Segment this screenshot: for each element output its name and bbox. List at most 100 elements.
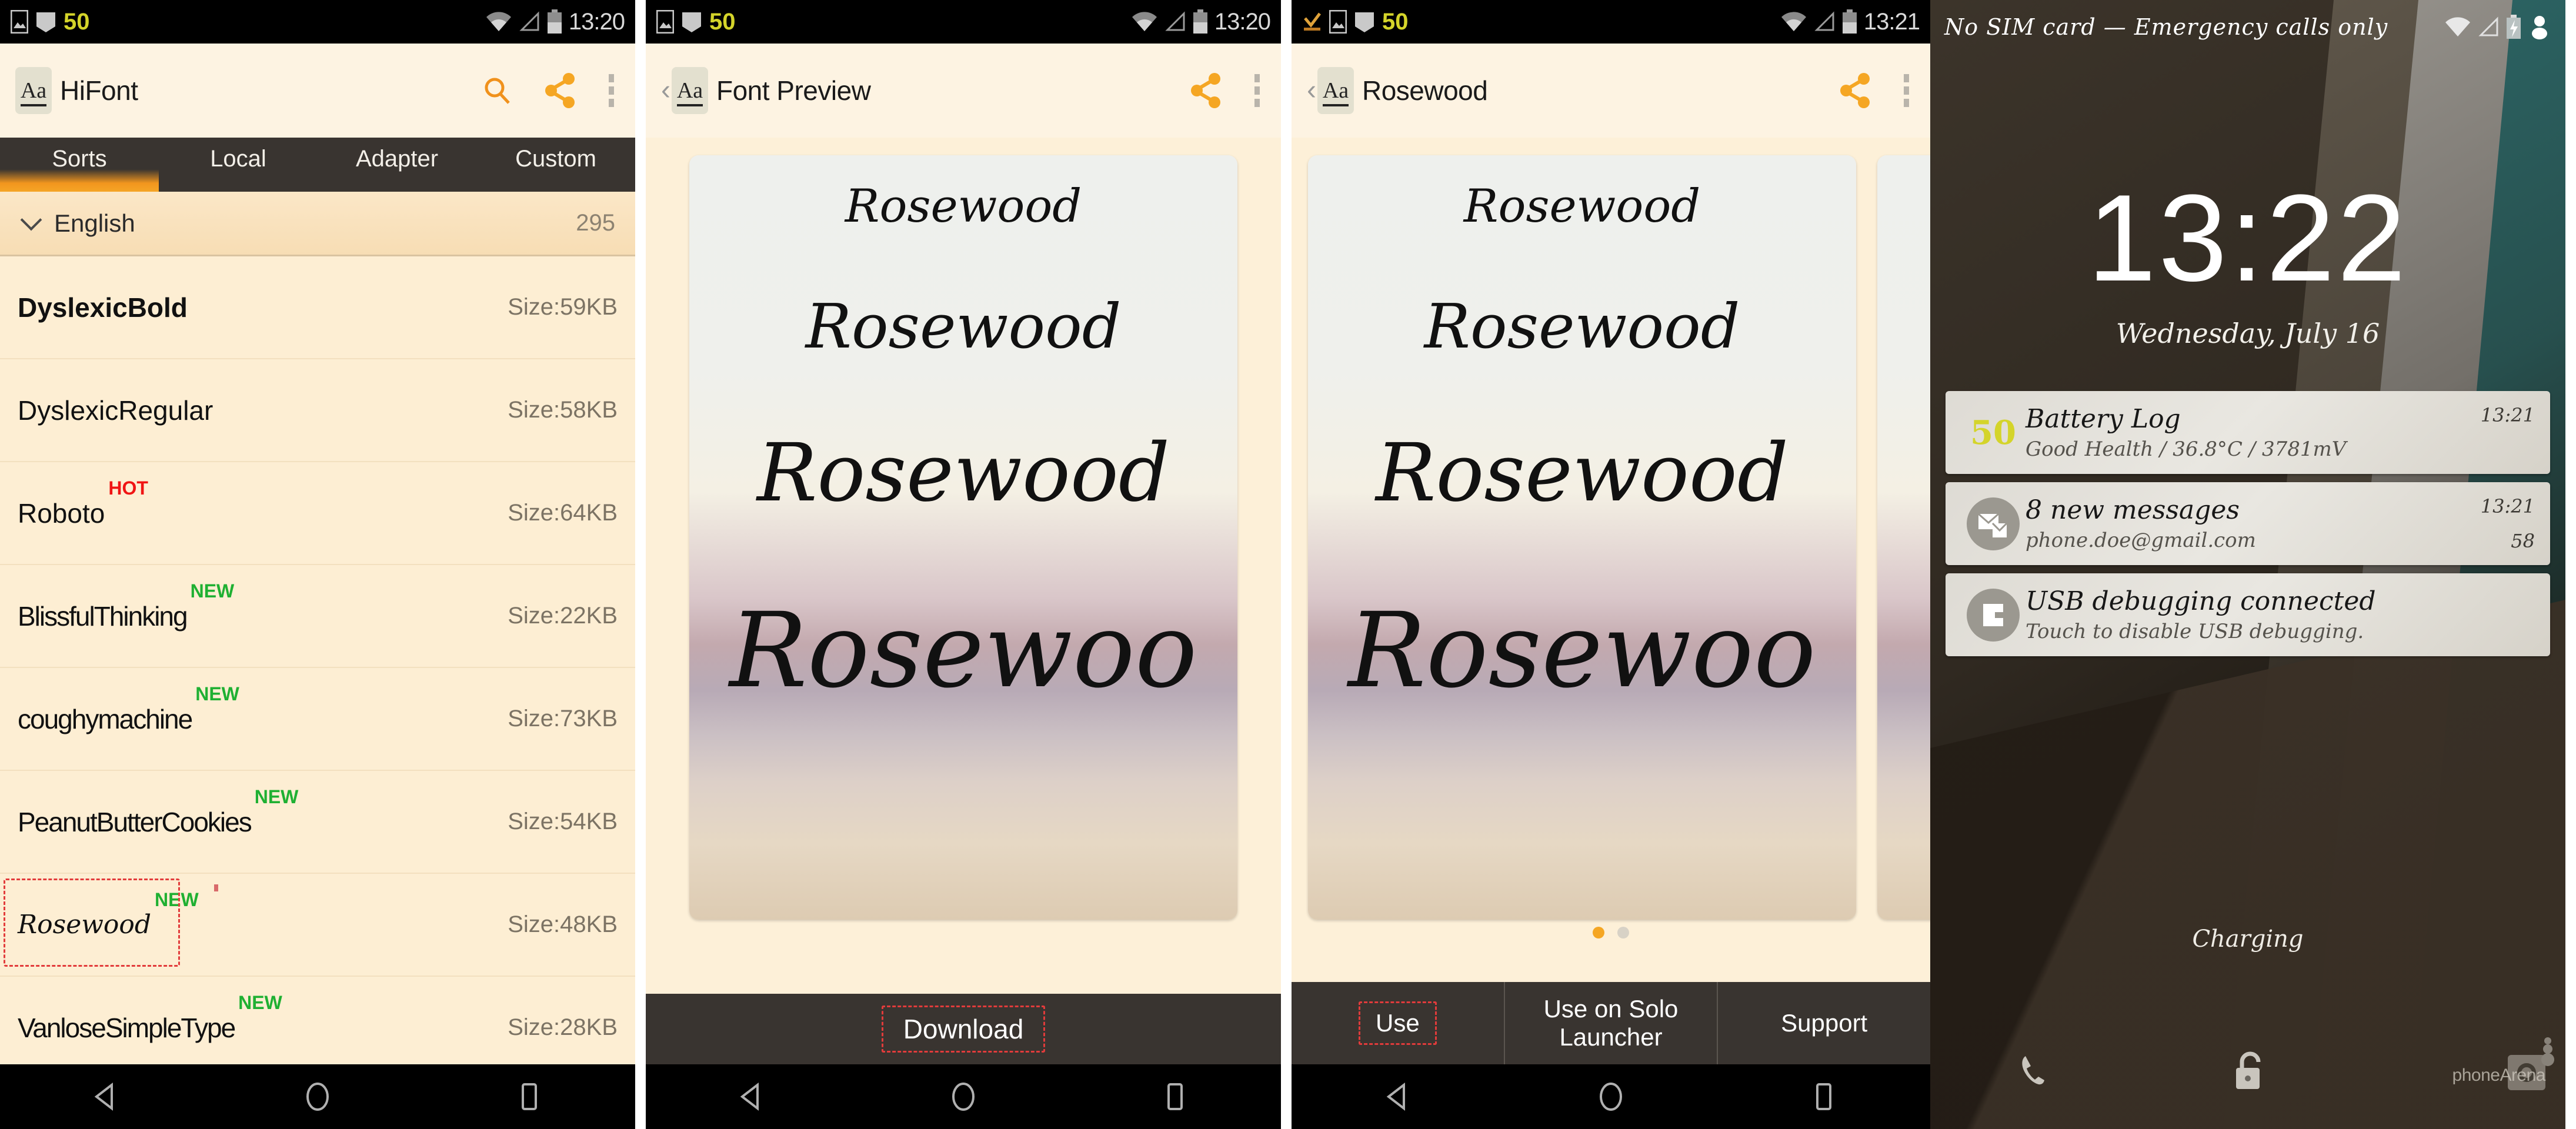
- preview-area-2: Rosewood Rosewood Rosewood Rosewoo: [646, 138, 1281, 994]
- share-icon[interactable]: [1839, 73, 1872, 108]
- page-dot-active[interactable]: [1593, 927, 1604, 938]
- badge-hot: HOT: [108, 477, 148, 499]
- back-icon[interactable]: [1379, 1078, 1417, 1115]
- battery-icon: [547, 9, 562, 34]
- panel-divider: [1281, 0, 1292, 1129]
- notification-list: 50 Battery Log Good Health / 36.8°C / 37…: [1946, 391, 2550, 664]
- font-preview-card-next[interactable]: [1877, 155, 1930, 920]
- battery-badge-2: 50: [709, 8, 736, 35]
- font-name: Roboto: [18, 497, 105, 529]
- font-preview-card[interactable]: Rosewood Rosewood Rosewood Rosewoo: [689, 155, 1237, 920]
- back-chevron-icon[interactable]: ‹: [661, 76, 670, 105]
- preview-area-3: Rosewood Rosewood Rosewood Rosewoo: [1292, 138, 1930, 994]
- battery-level-icon: 50: [1961, 413, 2026, 452]
- font-preview-card[interactable]: Rosewood Rosewood Rosewood Rosewoo: [1308, 155, 1856, 920]
- notification-count: 58: [2511, 530, 2535, 552]
- battery-icon: [1193, 9, 1207, 34]
- support-button[interactable]: Support: [1718, 982, 1930, 1064]
- signal-icon: [519, 11, 539, 31]
- overflow-menu-icon[interactable]: [1904, 74, 1909, 107]
- screenshot-strip: 50 13:20 Aa HiFont Sorts Local Adapter C…: [0, 0, 2576, 1129]
- badge-new: NEW: [190, 580, 235, 602]
- preview-line: Rosewoo: [1348, 590, 1816, 711]
- font-name: PeanutButterCookies: [18, 806, 252, 837]
- preview-line: Rosewood: [805, 290, 1122, 362]
- recents-icon[interactable]: [1156, 1078, 1194, 1115]
- font-name: BlissfulThinking: [18, 600, 188, 632]
- usb-debug-icon: [1967, 588, 2020, 642]
- font-row[interactable]: Roboto HOT Size:64KB: [0, 462, 635, 565]
- preview-line: Rosewood: [1463, 180, 1701, 233]
- download-button[interactable]: Download: [881, 1006, 1046, 1053]
- home-icon[interactable]: [945, 1078, 982, 1115]
- overflow-menu-icon[interactable]: [609, 74, 614, 107]
- search-icon[interactable]: [482, 75, 512, 106]
- home-icon[interactable]: [1592, 1078, 1630, 1115]
- back-icon[interactable]: [87, 1078, 125, 1115]
- group-header-english[interactable]: English 295: [0, 192, 635, 256]
- font-size: Size:58KB: [508, 397, 618, 423]
- mail-icon: [1355, 12, 1374, 32]
- screen-hifont-list: 50 13:20 Aa HiFont Sorts Local Adapter C…: [0, 0, 635, 1129]
- nav-bar-1: [0, 1064, 635, 1129]
- use-button[interactable]: Use: [1358, 1001, 1437, 1046]
- page-title: Rosewood: [1362, 75, 1488, 106]
- badge-new: NEW: [195, 683, 239, 704]
- page-title: Font Preview: [716, 75, 871, 106]
- back-chevron-icon[interactable]: ‹: [1307, 76, 1316, 105]
- wifi-icon: [1132, 12, 1157, 31]
- panel-divider: [635, 0, 646, 1129]
- font-size: Size:64KB: [508, 500, 618, 526]
- share-icon[interactable]: [1190, 73, 1223, 108]
- font-row-rosewood[interactable]: Rosewood NEW Size:48KB: [0, 874, 635, 977]
- wifi-icon: [486, 12, 511, 31]
- font-size: Size:48KB: [508, 911, 618, 937]
- preview-line: Rosewood: [1424, 290, 1740, 362]
- use-button-cell[interactable]: Use: [1292, 982, 1505, 1064]
- lock-date: Wednesday, July 16: [2115, 318, 2380, 349]
- back-icon[interactable]: [733, 1078, 770, 1115]
- status-bar-2: 50 13:20: [646, 0, 1281, 44]
- status-bar-1: 50 13:20: [0, 0, 635, 44]
- screen-font-detail: 50 13:21 ‹ Aa Rosewood Rosewood Rosewood…: [1292, 0, 1930, 1129]
- recents-icon[interactable]: [510, 1078, 548, 1115]
- tab-adapter[interactable]: Adapter: [318, 138, 476, 192]
- notification-battery-log[interactable]: 50 Battery Log Good Health / 36.8°C / 37…: [1946, 391, 2550, 474]
- action-bar-3: ‹ Aa Rosewood: [1292, 44, 1930, 138]
- notification-subtitle: Touch to disable USB debugging.: [2026, 620, 2364, 643]
- tab-local[interactable]: Local: [159, 138, 318, 192]
- font-row[interactable]: DyslexicRegular Size:58KB: [0, 359, 635, 462]
- recents-icon[interactable]: [1805, 1078, 1843, 1115]
- user-icon[interactable]: [2528, 14, 2551, 40]
- badge-new: NEW: [155, 889, 199, 910]
- group-count: 295: [576, 210, 615, 236]
- notification-new-messages[interactable]: 8 new messages phone.doe@gmail.com 13:21…: [1946, 482, 2550, 565]
- wifi-icon: [2445, 17, 2470, 36]
- font-size: Size:54KB: [508, 809, 618, 834]
- share-icon[interactable]: [544, 73, 577, 108]
- font-row[interactable]: PeanutButterCookies NEW Size:54KB: [0, 771, 635, 874]
- home-icon[interactable]: [299, 1078, 336, 1115]
- font-row[interactable]: DyslexicBold Size:59KB: [0, 256, 635, 359]
- mail-icon: [36, 12, 55, 32]
- preview-line: Rosewood: [845, 180, 1082, 233]
- phone-icon[interactable]: [2015, 1049, 2057, 1091]
- font-row[interactable]: BlissfulThinking NEW Size:22KB: [0, 565, 635, 668]
- lock-clock: 13:22: [2087, 169, 2408, 307]
- page-dot[interactable]: [1617, 927, 1629, 938]
- lock-status-bar: No SIM card — Emergency calls only: [1930, 14, 2565, 40]
- overflow-menu-icon[interactable]: [1254, 74, 1260, 107]
- tab-sorts[interactable]: Sorts: [0, 138, 159, 192]
- unlock-icon[interactable]: [2228, 1048, 2268, 1093]
- font-name: Rosewood: [18, 910, 152, 940]
- wifi-icon: [1781, 12, 1806, 31]
- tab-custom[interactable]: Custom: [476, 138, 635, 192]
- badge-new: NEW: [238, 992, 282, 1013]
- preview-line: Rosewoo: [729, 590, 1197, 711]
- battery-icon: [1842, 9, 1857, 34]
- font-row[interactable]: coughymachine NEW Size:73KB: [0, 668, 635, 771]
- notification-usb-debugging[interactable]: USB debugging connected Touch to disable…: [1946, 573, 2550, 656]
- status-time-1: 13:20: [568, 8, 625, 35]
- use-on-solo-launcher-button[interactable]: Use on Solo Launcher: [1505, 982, 1719, 1064]
- image-icon: [11, 10, 28, 34]
